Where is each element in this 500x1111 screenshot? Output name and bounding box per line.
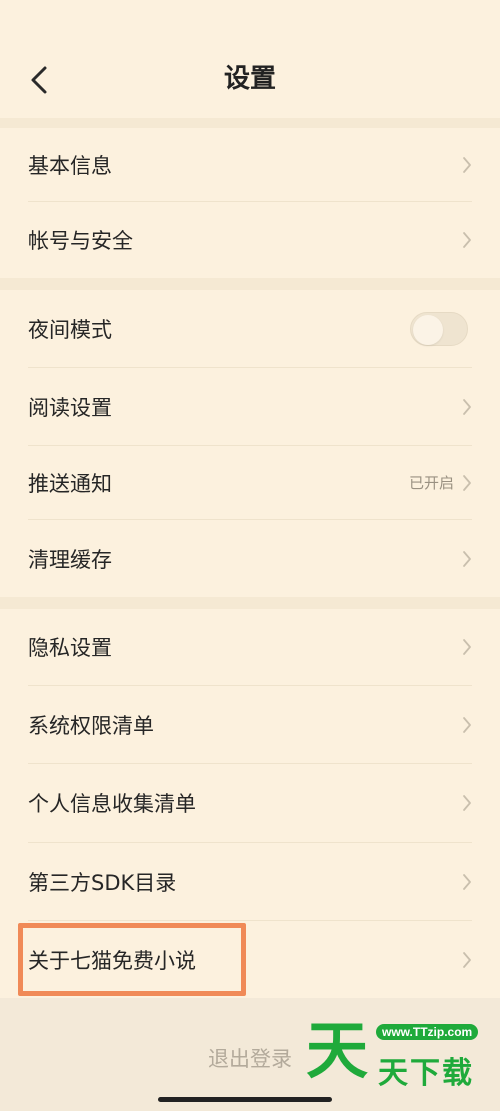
chevron-right-icon [463, 398, 471, 415]
chevron-right-icon [463, 716, 471, 733]
settings-item-label: 第三方SDK目录 [28, 870, 177, 895]
settings-item-label: 阅读设置 [28, 395, 112, 420]
settings-item-label: 个人信息收集清单 [28, 792, 196, 816]
settings-item-push[interactable]: 推送通知 已开启 [0, 446, 500, 519]
settings-item-label: 基本信息 [28, 153, 112, 178]
settings-item-label: 清理缓存 [28, 547, 112, 572]
section-gap [0, 597, 500, 609]
settings-item-sdk-list[interactable]: 第三方SDK目录 [0, 843, 500, 920]
chevron-right-icon [463, 639, 471, 655]
settings-item-clear-cache[interactable]: 清理缓存 [0, 520, 500, 597]
settings-item-reading[interactable]: 阅读设置 [0, 368, 500, 445]
chevron-right-icon [463, 873, 471, 890]
settings-item-basic-info[interactable]: 基本信息 [0, 128, 500, 201]
chevron-right-icon [463, 951, 471, 968]
settings-item-label: 夜间模式 [28, 317, 112, 342]
chevron-right-icon [463, 474, 471, 491]
chevron-right-icon [463, 232, 471, 248]
watermark-big-char: 天 [306, 1014, 369, 1087]
toggle-knob [413, 314, 443, 345]
highlight-annotation-box [18, 923, 246, 996]
watermark-logo: 天 www.TTzip.com 天下载 [306, 1014, 496, 1091]
watermark-text: 天下载 [378, 1056, 474, 1091]
settings-item-label: 系统权限清单 [28, 713, 154, 738]
settings-item-permissions[interactable]: 系统权限清单 [0, 686, 500, 763]
settings-item-label: 隐私设置 [28, 636, 112, 660]
night-mode-toggle[interactable] [410, 311, 468, 346]
settings-item-account-security[interactable]: 帐号与安全 [0, 202, 500, 278]
settings-item-label: 推送通知 [28, 471, 112, 496]
chevron-right-icon [463, 550, 471, 567]
section-gap [0, 118, 500, 128]
home-indicator [158, 1097, 332, 1102]
chevron-right-icon [463, 795, 471, 811]
header-bar: 设置 [0, 0, 500, 118]
settings-item-label: 帐号与安全 [28, 229, 133, 253]
settings-item-personal-info[interactable]: 个人信息收集清单 [0, 764, 500, 842]
watermark-url: www.TTzip.com [376, 1024, 479, 1040]
push-status-value: 已开启 [408, 474, 454, 492]
page-title: 设置 [223, 64, 276, 94]
settings-item-privacy[interactable]: 隐私设置 [0, 609, 500, 685]
settings-item-night-mode: 夜间模式 [0, 290, 500, 367]
section-gap [0, 278, 500, 290]
chevron-right-icon [463, 156, 471, 173]
